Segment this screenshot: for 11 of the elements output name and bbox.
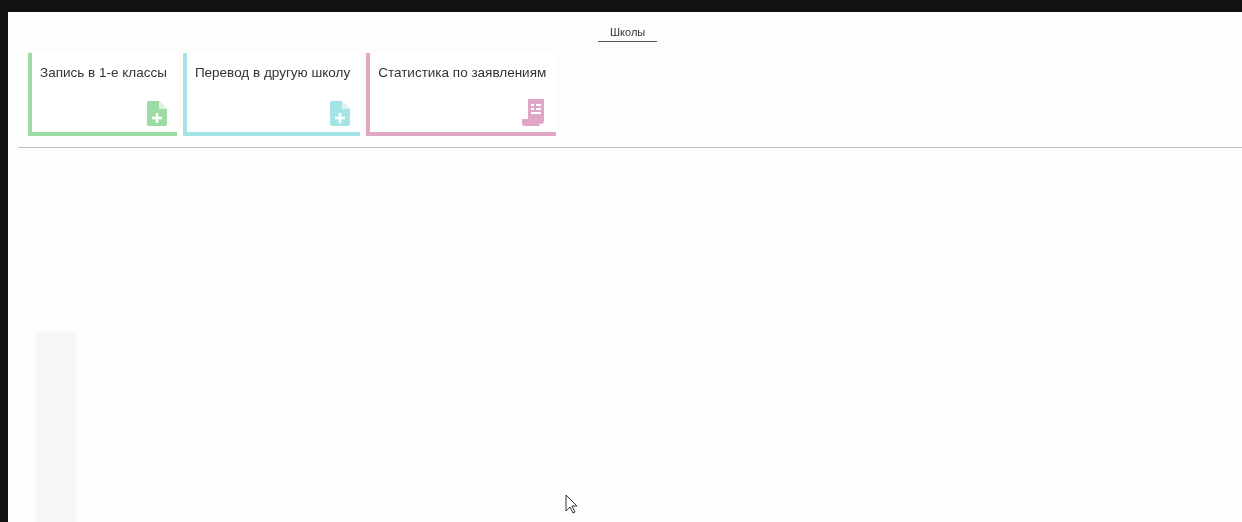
file-plus-icon (330, 101, 351, 126)
menu-card[interactable]: Запись в 1-е классы (28, 53, 177, 136)
cursor-icon (565, 494, 579, 514)
menu-card[interactable]: Статистика по заявлениям (366, 53, 557, 136)
card-title: Статистика по заявлениям (378, 65, 547, 80)
card-title: Запись в 1-е классы (40, 65, 167, 80)
menu-card[interactable]: Перевод в другую школу (182, 53, 361, 136)
tab[interactable]: Школы (598, 24, 658, 42)
card-title: Перевод в другую школу (194, 65, 351, 80)
receipt-icon (522, 99, 547, 126)
file-plus-icon (146, 101, 167, 126)
